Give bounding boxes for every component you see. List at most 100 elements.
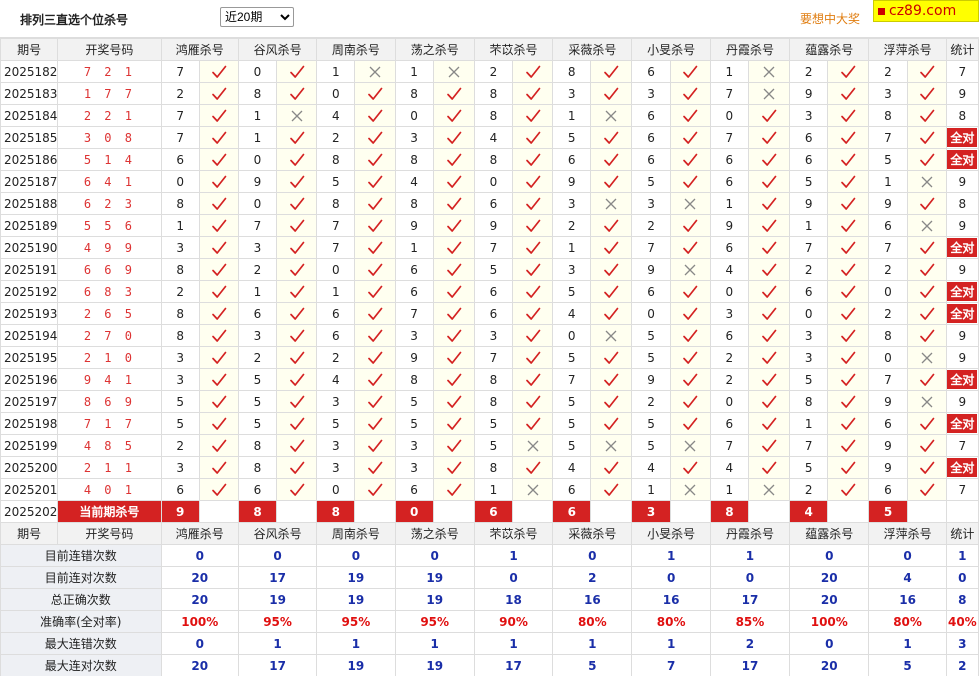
kill-number-cell: 1	[237, 126, 278, 149]
current-blank-cell	[511, 500, 554, 523]
check-icon	[603, 460, 619, 476]
check-icon	[761, 438, 777, 454]
result-cell	[432, 214, 475, 237]
check-icon	[289, 240, 305, 256]
result-cell	[747, 302, 791, 325]
stats-value: 0	[709, 566, 791, 589]
kill-number-cell: 6	[789, 280, 829, 303]
result-cell	[511, 82, 554, 105]
result-cell	[511, 368, 554, 391]
all-correct-badge: 全对	[947, 128, 978, 147]
draw-code-cell: 6 2 3	[57, 192, 162, 215]
total-cell: 全对	[945, 412, 979, 435]
result-cell	[747, 368, 791, 391]
total-cell: 8	[945, 192, 979, 215]
kill-number-cell: 6	[868, 478, 908, 501]
total-cell: 全对	[945, 148, 979, 171]
check-icon	[682, 350, 698, 366]
check-icon	[525, 416, 541, 432]
check-icon	[289, 438, 305, 454]
result-cell	[747, 170, 791, 193]
kill-number-cell: 1	[394, 236, 434, 259]
stats-value: 1	[473, 632, 554, 655]
stats-value: 0	[789, 632, 870, 655]
result-cell	[198, 126, 239, 149]
check-icon	[761, 328, 777, 344]
check-icon	[446, 394, 462, 410]
check-icon	[525, 262, 541, 278]
check-icon	[289, 262, 305, 278]
result-cell	[747, 390, 791, 413]
result-cell	[198, 82, 239, 105]
check-icon	[289, 328, 305, 344]
expert-header: 鸿雁杀号	[160, 38, 239, 61]
kill-number-cell: 2	[316, 346, 356, 369]
stats-value: 0	[789, 544, 870, 567]
result-cell	[906, 82, 947, 105]
result-cell	[669, 258, 711, 281]
current-kill-cell: 5	[868, 500, 908, 523]
stats-row: 最大连对次数 20 17 19 19 17 5 7 17 20 5 2	[0, 654, 979, 676]
check-icon	[840, 350, 856, 366]
kill-number-cell: 5	[868, 148, 908, 171]
result-cell	[669, 60, 711, 83]
stats-value: 17	[237, 566, 318, 589]
stats-value: 95%	[394, 610, 475, 633]
result-cell	[747, 258, 791, 281]
check-icon	[761, 416, 777, 432]
result-cell	[827, 104, 870, 127]
result-cell	[432, 104, 475, 127]
check-icon	[603, 86, 619, 102]
result-cell	[669, 456, 711, 479]
kill-number-cell: 3	[316, 434, 356, 457]
kill-number-cell: 2	[789, 478, 829, 501]
kill-number-cell: 9	[868, 192, 908, 215]
check-icon	[525, 350, 541, 366]
check-icon	[761, 218, 777, 234]
page-title: 排列三直选个位杀号	[20, 13, 129, 27]
kill-number-cell: 5	[473, 434, 514, 457]
kill-number-cell: 9	[631, 368, 671, 391]
kill-number-cell: 5	[552, 434, 592, 457]
result-cell	[747, 412, 791, 435]
current-kill-cell: 8	[237, 500, 278, 523]
issue-cell: 2025193	[0, 302, 59, 325]
result-cell	[276, 324, 318, 347]
stats-value: 95%	[316, 610, 396, 633]
kill-number-cell: 2	[237, 258, 278, 281]
current-issue-cell: 2025202	[0, 500, 59, 523]
check-icon	[367, 174, 383, 190]
stats-value: 16	[631, 588, 711, 611]
kill-number-cell: 3	[631, 82, 671, 105]
expert-header: 芣苡杀号	[473, 38, 554, 61]
result-cell	[906, 60, 947, 83]
kill-number-cell: 0	[709, 104, 749, 127]
kill-number-cell: 3	[552, 82, 592, 105]
stats-value: 1	[552, 632, 633, 655]
total-cell: 9	[945, 346, 979, 369]
stats-row: 目前连对次数 20 17 19 19 0 2 0 0 20 4 0	[0, 566, 979, 589]
kill-number-cell: 3	[552, 258, 592, 281]
check-icon	[840, 460, 856, 476]
check-icon	[919, 86, 935, 102]
result-cell	[198, 434, 239, 457]
kill-number-cell: 1	[709, 478, 749, 501]
result-cell	[827, 170, 870, 193]
stats-total: 0	[945, 566, 979, 589]
check-icon	[761, 240, 777, 256]
site-badge[interactable]: cz89.com	[873, 0, 979, 22]
check-icon	[919, 438, 935, 454]
result-cell	[906, 456, 947, 479]
result-cell	[669, 478, 711, 501]
kill-number-cell: 6	[868, 214, 908, 237]
check-icon	[367, 306, 383, 322]
stats-value: 80%	[631, 610, 711, 633]
stats-value: 18	[473, 588, 554, 611]
check-icon	[682, 394, 698, 410]
kill-number-cell: 8	[237, 456, 278, 479]
kill-number-cell: 8	[473, 82, 514, 105]
draw-code-cell: 2 1 0	[57, 346, 162, 369]
total-cell: 9	[945, 82, 979, 105]
period-select[interactable]: 近20期	[220, 7, 294, 27]
kill-number-cell: 6	[473, 280, 514, 303]
